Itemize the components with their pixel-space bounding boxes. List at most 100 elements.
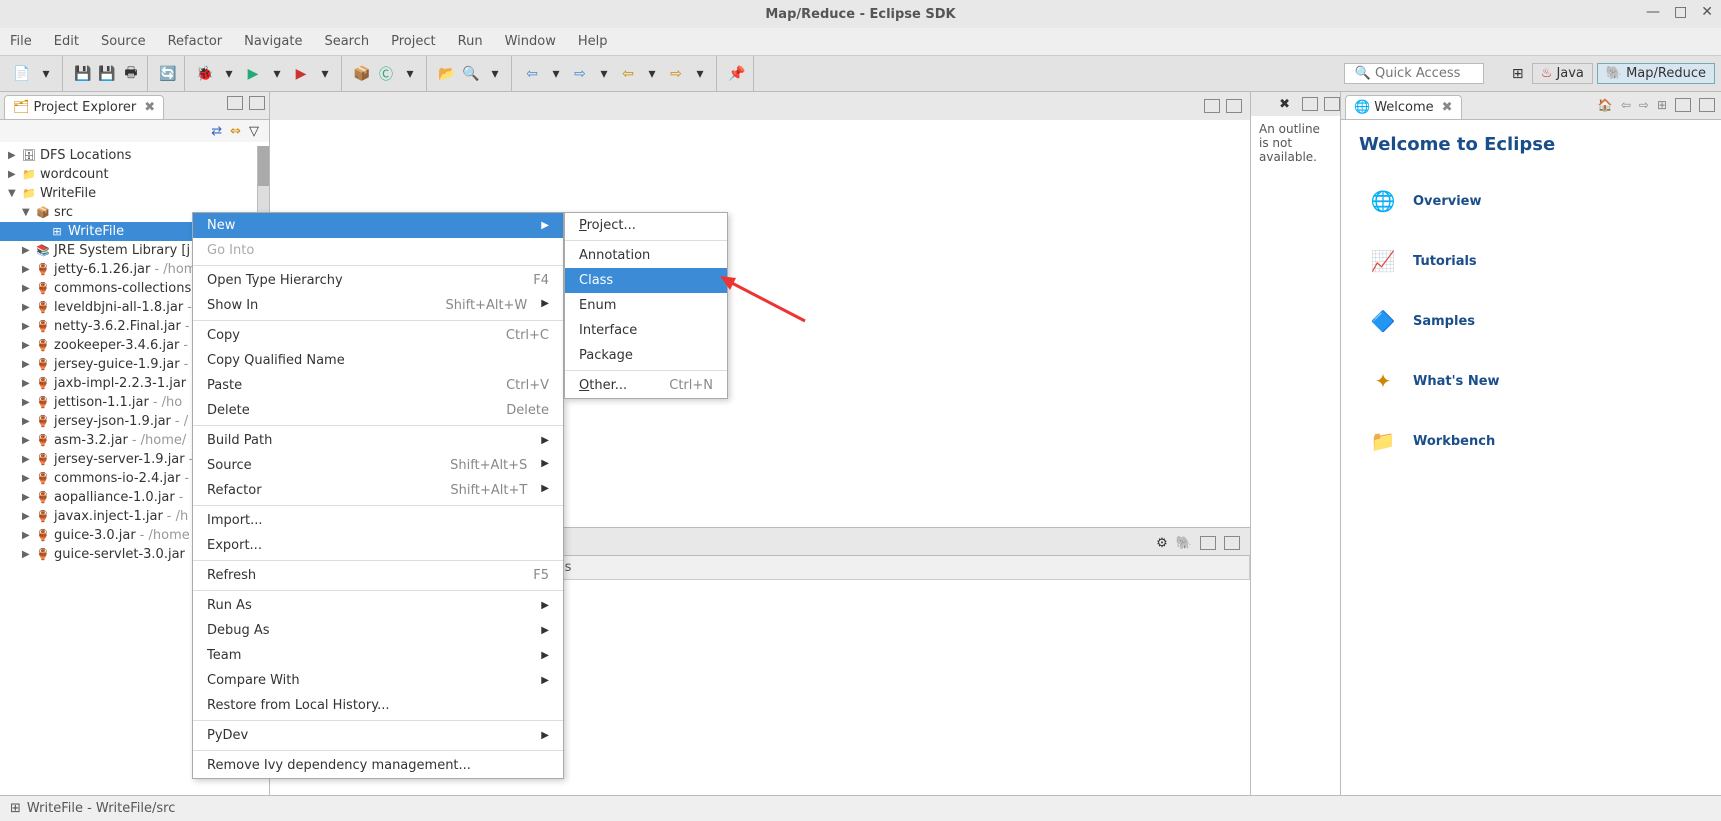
view-menu-icon[interactable]: ▽ [249,124,259,139]
ctx-refresh[interactable]: RefreshF5 [193,563,563,588]
outline-max-icon[interactable] [1324,97,1340,111]
ctx-import[interactable]: Import... [193,508,563,533]
ctx-show-in[interactable]: Show InShift+Alt+W▶ [193,293,563,318]
dropdown-icon[interactable]: ▾ [36,64,56,84]
menu-navigate[interactable]: Navigate [240,32,306,51]
menu-search[interactable]: Search [320,32,373,51]
ctx-pydev[interactable]: PyDev▶ [193,723,563,748]
ctx-debug-as[interactable]: Debug As▶ [193,618,563,643]
menu-help[interactable]: Help [574,32,612,51]
menu-edit[interactable]: Edit [50,32,83,51]
welcome-min-icon[interactable] [1675,98,1691,112]
sub-enum[interactable]: Enum [565,293,727,318]
open-type-icon[interactable]: 📂 [437,64,457,84]
home-icon[interactable]: 🏠 [1598,98,1613,112]
perspective-mapreduce[interactable]: 🐘Map/Reduce [1597,63,1715,84]
minimize-button[interactable]: — [1646,4,1660,20]
print-icon[interactable]: 🖶 [121,64,141,84]
close-button[interactable]: ✕ [1701,4,1713,20]
nav-icon[interactable]: ⇦ [522,64,542,84]
sub-annotation[interactable]: Annotation [565,243,727,268]
welcome-whatsnew[interactable]: ✦What's New [1369,367,1693,395]
menu-source[interactable]: Source [97,32,150,51]
max-icon[interactable] [1224,536,1240,550]
ctx-export[interactable]: Export... [193,533,563,558]
ctx-source[interactable]: SourceShift+Alt+S▶ [193,453,563,478]
sub-class[interactable]: Class [565,268,727,293]
back-icon[interactable]: ⇦ [618,64,638,84]
ctx-open-type-hierarchy[interactable]: Open Type HierarchyF4 [193,268,563,293]
close-welcome-icon[interactable]: ✖ [1442,100,1453,115]
search-icon[interactable]: 🔍 [461,64,481,84]
sub-project[interactable]: Project... [565,213,727,238]
link-editor-icon[interactable]: ⇔ [230,124,241,139]
welcome-tab[interactable]: 🌐 Welcome ✖ [1345,95,1462,119]
menu-window[interactable]: Window [501,32,560,51]
tree-src[interactable]: src [54,205,73,220]
welcome-tutorials[interactable]: 📈Tutorials [1369,247,1693,275]
ext-run-icon[interactable]: ▶ [291,64,311,84]
maximize-view-icon[interactable] [249,96,265,110]
welcome-max-icon[interactable] [1699,98,1715,112]
debug-icon[interactable]: 🐞 [195,64,215,84]
perspective-java[interactable]: ♨Java [1532,63,1593,84]
ctx-new[interactable]: New▶ [193,213,563,238]
save-icon[interactable]: 💾 [73,64,93,84]
welcome-workbench[interactable]: 📁Workbench [1369,427,1693,455]
tree-wordcount[interactable]: wordcount [40,167,109,182]
menu-file[interactable]: File [6,32,36,51]
open-perspective-icon[interactable]: ⊞ [1508,64,1528,84]
new-submenu[interactable]: Project... Annotation Class Enum Interfa… [564,212,728,399]
new-package-icon[interactable]: 📦 [352,64,372,84]
quick-access[interactable]: 🔍 [1344,63,1484,84]
hadoop-new-icon[interactable]: 🐘 [1176,536,1192,551]
quick-access-input[interactable] [1375,66,1473,81]
fwd-icon[interactable]: ⇨ [666,64,686,84]
ctx-paste[interactable]: PasteCtrl+V [193,373,563,398]
ctx-delete[interactable]: DeleteDelete [193,398,563,423]
context-menu[interactable]: New▶ Go Into Open Type HierarchyF4 Show … [192,212,564,779]
new-wizard-icon[interactable]: 📄 [12,64,32,84]
ctx-refactor[interactable]: RefactorShift+Alt+T▶ [193,478,563,503]
sub-other[interactable]: Other...Ctrl+N [565,373,727,398]
gear-icon[interactable]: ⚙ [1156,536,1168,551]
welcome-overview[interactable]: 🌐Overview [1369,187,1693,215]
menu-refactor[interactable]: Refactor [164,32,227,51]
save-all-icon[interactable]: 💾 [97,64,117,84]
sub-package[interactable]: Package [565,343,727,368]
ctx-compare[interactable]: Compare With▶ [193,668,563,693]
welcome-samples[interactable]: 🔷Samples [1369,307,1693,335]
close-view-icon[interactable]: ✖ [144,100,155,115]
editor-min-icon[interactable] [1204,99,1220,113]
editor-max-icon[interactable] [1226,99,1242,113]
nav-icon2[interactable]: ⇨ [570,64,590,84]
run-icon[interactable]: ▶ [243,64,263,84]
project-explorer-tab[interactable]: 🗂 Project Explorer ✖ [4,95,164,119]
sub-interface[interactable]: Interface [565,318,727,343]
col-status[interactable]: Status [520,556,1250,579]
close-outline-icon[interactable]: ✖ [1279,97,1290,112]
ctx-run-as[interactable]: Run As▶ [193,593,563,618]
tree-jre[interactable]: JRE System Library [j [54,243,190,258]
nav-back-icon[interactable]: ⇦ [1621,98,1631,112]
sync-icon[interactable]: 🔄 [158,64,178,84]
new-class-icon[interactable]: Ⓒ [376,64,396,84]
tree-dfs[interactable]: DFS Locations [40,148,131,163]
ctx-restore[interactable]: Restore from Local History... [193,693,563,718]
minimize-view-icon[interactable] [227,96,243,110]
ctx-copy[interactable]: CopyCtrl+C [193,323,563,348]
tree-writefile[interactable]: WriteFile [40,186,96,201]
pin-icon[interactable]: 📌 [727,64,747,84]
ctx-build-path[interactable]: Build Path▶ [193,428,563,453]
ctx-team[interactable]: Team▶ [193,643,563,668]
nav-fwd-icon[interactable]: ⇨ [1639,98,1649,112]
min-icon[interactable] [1200,536,1216,550]
menu-run[interactable]: Run [454,32,487,51]
ctx-copy-qualified[interactable]: Copy Qualified Name [193,348,563,373]
ctx-ivy[interactable]: Remove Ivy dependency management... [193,753,563,778]
menu-project[interactable]: Project [387,32,439,51]
collapse-all-icon[interactable]: ⇄ [211,124,222,139]
customize-icon[interactable]: ⊞ [1657,98,1667,112]
maximize-button[interactable]: □ [1674,4,1687,20]
outline-min-icon[interactable] [1302,97,1318,111]
